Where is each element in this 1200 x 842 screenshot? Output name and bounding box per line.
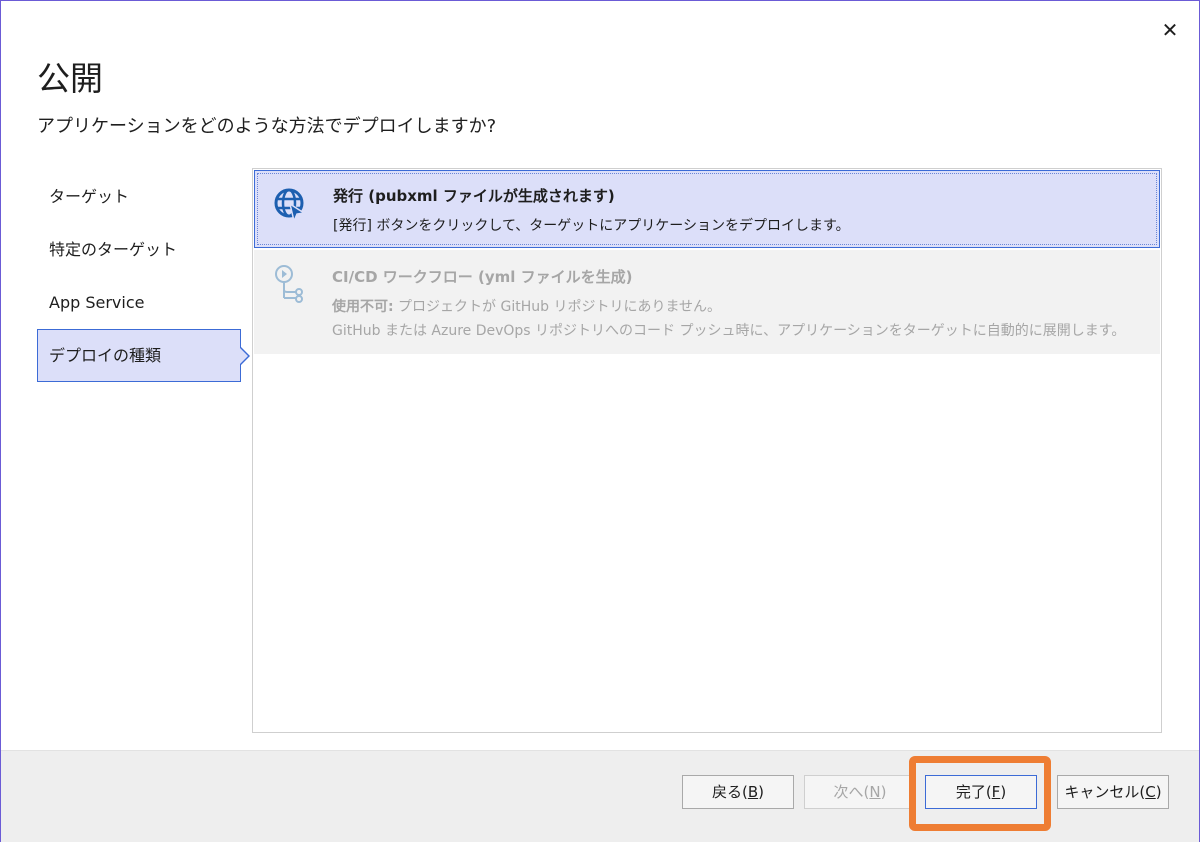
nav-item-specific-target[interactable]: 特定のターゲット bbox=[37, 223, 241, 276]
finish-button[interactable]: 完了(F) bbox=[925, 775, 1037, 809]
option-description: [発行] ボタンをクリックして、ターゲットにアプリケーションをデプロイします。 bbox=[333, 218, 850, 234]
unavailable-label: 使用不可: bbox=[332, 299, 394, 315]
option-description: 使用不可: プロジェクトが GitHub リポジトリにありません。 bbox=[332, 296, 721, 316]
dialog-subtitle: アプリケーションをどのような方法でデプロイしますか? bbox=[37, 116, 497, 137]
nav-item-label: 特定のターゲット bbox=[49, 240, 178, 259]
option-description-detail: GitHub または Azure DevOps リポジトリへのコード プッシュ時… bbox=[332, 323, 1126, 339]
next-label: 次へ( bbox=[833, 783, 870, 801]
close-icon[interactable]: ✕ bbox=[1158, 18, 1182, 42]
options-panel: 発行 (pubxml ファイルが生成されます) [発行] ボタンをクリックして、… bbox=[252, 168, 1162, 733]
cancel-label-close: ) bbox=[1155, 783, 1162, 801]
option-title: 発行 (pubxml ファイルが生成されます) bbox=[333, 187, 615, 205]
next-accelerator: N bbox=[869, 783, 881, 801]
cancel-label: キャンセル( bbox=[1064, 783, 1146, 801]
nav-item-label: デプロイの種類 bbox=[49, 346, 162, 365]
cancel-button[interactable]: キャンセル(C) bbox=[1057, 775, 1169, 809]
back-label: 戻る( bbox=[711, 783, 748, 801]
back-button[interactable]: 戻る(B) bbox=[682, 775, 794, 809]
option-publish[interactable]: 発行 (pubxml ファイルが生成されます) [発行] ボタンをクリックして、… bbox=[254, 170, 1160, 248]
option-title: CI/CD ワークフロー (yml ファイルを生成) bbox=[332, 268, 633, 286]
nav-item-app-service[interactable]: App Service bbox=[37, 276, 241, 329]
workflow-icon bbox=[272, 264, 306, 304]
cancel-accelerator: C bbox=[1145, 783, 1156, 801]
next-label-close: ) bbox=[880, 783, 887, 801]
back-label-close: ) bbox=[758, 783, 764, 801]
nav-item-label: ターゲット bbox=[49, 187, 130, 206]
option-cicd-workflow: CI/CD ワークフロー (yml ファイルを生成) 使用不可: プロジェクトが… bbox=[254, 250, 1160, 354]
nav-item-deploy-type[interactable]: デプロイの種類 bbox=[37, 329, 250, 382]
next-button: 次へ(N) bbox=[804, 775, 916, 809]
wizard-steps: ターゲット 特定のターゲット App Service デプロイの種類 bbox=[37, 170, 250, 382]
nav-item-target[interactable]: ターゲット bbox=[37, 170, 241, 223]
globe-cursor-icon bbox=[273, 185, 307, 225]
dialog-title: 公開 bbox=[37, 59, 103, 98]
selection-pointer-fill bbox=[239, 347, 248, 365]
nav-item-label: App Service bbox=[49, 293, 145, 312]
finish-label-close: ) bbox=[1000, 783, 1007, 801]
unavailable-reason: プロジェクトが GitHub リポジトリにありません。 bbox=[393, 299, 722, 315]
back-accelerator: B bbox=[747, 783, 759, 801]
finish-label: 完了( bbox=[955, 783, 992, 801]
